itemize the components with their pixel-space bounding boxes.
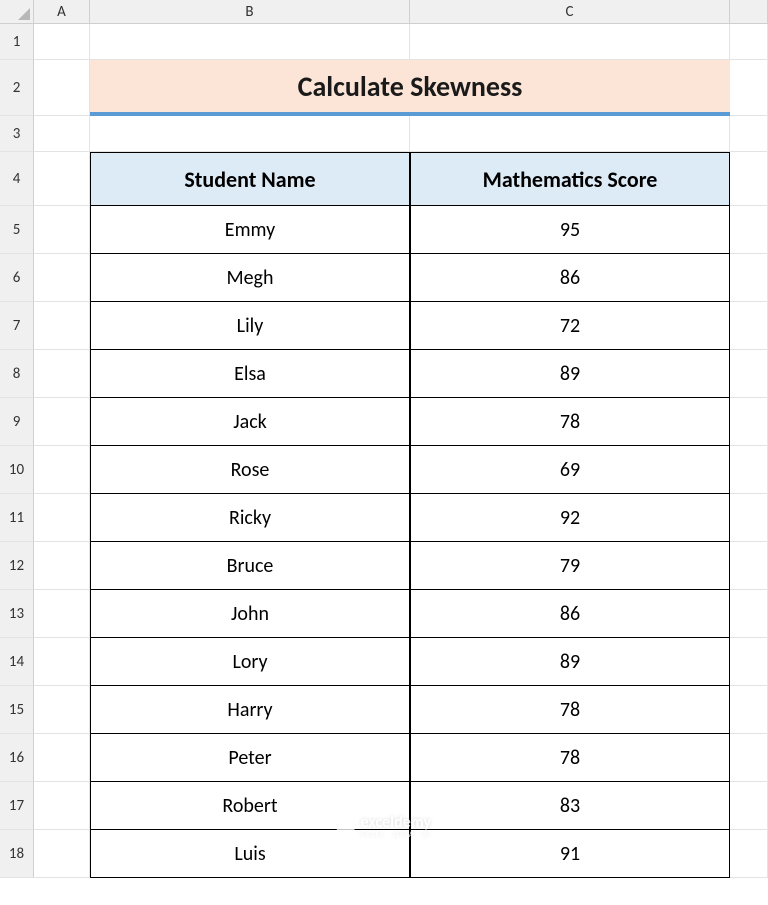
row-header-11[interactable]: 11	[0, 494, 34, 542]
table-cell-name[interactable]: John	[90, 590, 410, 638]
table-cell-score[interactable]: 78	[410, 398, 730, 446]
cell-A4[interactable]	[34, 152, 90, 206]
row-header-2[interactable]: 2	[0, 60, 34, 116]
row-header-10[interactable]: 10	[0, 446, 34, 494]
cell-D14[interactable]	[730, 638, 768, 686]
table-cell-name[interactable]: Robert	[90, 782, 410, 830]
cell-D17[interactable]	[730, 782, 768, 830]
table-cell-name[interactable]: Rose	[90, 446, 410, 494]
cell-A9[interactable]	[34, 398, 90, 446]
col-header-C[interactable]: C	[410, 0, 730, 24]
row-header-17[interactable]: 17	[0, 782, 34, 830]
cell-A14[interactable]	[34, 638, 90, 686]
cell-D5[interactable]	[730, 206, 768, 254]
cell-A3[interactable]	[34, 116, 90, 152]
row-header-6[interactable]: 6	[0, 254, 34, 302]
cell-D15[interactable]	[730, 686, 768, 734]
cell-D6[interactable]	[730, 254, 768, 302]
cell-A12[interactable]	[34, 542, 90, 590]
table-cell-score[interactable]: 89	[410, 350, 730, 398]
cell-D12[interactable]	[730, 542, 768, 590]
table-cell-name[interactable]: Bruce	[90, 542, 410, 590]
table-cell-score[interactable]: 95	[410, 206, 730, 254]
table-header-score[interactable]: Mathematics Score	[410, 152, 730, 206]
cell-A10[interactable]	[34, 446, 90, 494]
cell-A1[interactable]	[34, 24, 90, 60]
row-header-13[interactable]: 13	[0, 590, 34, 638]
cell-A16[interactable]	[34, 734, 90, 782]
row-header-12[interactable]: 12	[0, 542, 34, 590]
row-header-5[interactable]: 5	[0, 206, 34, 254]
row-header-3[interactable]: 3	[0, 116, 34, 152]
table-cell-score[interactable]: 86	[410, 590, 730, 638]
cell-A17[interactable]	[34, 782, 90, 830]
table-cell-score[interactable]: 69	[410, 446, 730, 494]
cell-D18[interactable]	[730, 830, 768, 878]
row-header-9[interactable]: 9	[0, 398, 34, 446]
table-cell-name[interactable]: Harry	[90, 686, 410, 734]
table-header-name[interactable]: Student Name	[90, 152, 410, 206]
cell-D13[interactable]	[730, 590, 768, 638]
table-cell-name[interactable]: Elsa	[90, 350, 410, 398]
table-cell-score[interactable]: 79	[410, 542, 730, 590]
table-cell-name[interactable]: Jack	[90, 398, 410, 446]
cell-D4[interactable]	[730, 152, 768, 206]
row-header-8[interactable]: 8	[0, 350, 34, 398]
cell-A8[interactable]	[34, 350, 90, 398]
cell-D1[interactable]	[730, 24, 768, 60]
row-header-1[interactable]: 1	[0, 24, 34, 60]
table-cell-score[interactable]: 91	[410, 830, 730, 878]
cell-A15[interactable]	[34, 686, 90, 734]
cell-A18[interactable]	[34, 830, 90, 878]
table-cell-name[interactable]: Lory	[90, 638, 410, 686]
select-all-corner[interactable]	[0, 0, 34, 24]
cell-A11[interactable]	[34, 494, 90, 542]
cell-D10[interactable]	[730, 446, 768, 494]
table-cell-name[interactable]: Lily	[90, 302, 410, 350]
cell-B3[interactable]	[90, 116, 410, 152]
row-header-14[interactable]: 14	[0, 638, 34, 686]
cell-A5[interactable]	[34, 206, 90, 254]
cell-D16[interactable]	[730, 734, 768, 782]
table-cell-score[interactable]: 78	[410, 734, 730, 782]
row-header-16[interactable]: 16	[0, 734, 34, 782]
cell-A7[interactable]	[34, 302, 90, 350]
table-cell-name[interactable]: Emmy	[90, 206, 410, 254]
table-cell-score[interactable]: 92	[410, 494, 730, 542]
table-cell-name[interactable]: Peter	[90, 734, 410, 782]
cell-D8[interactable]	[730, 350, 768, 398]
cell-A13[interactable]	[34, 590, 90, 638]
row-header-4[interactable]: 4	[0, 152, 34, 206]
cell-C1[interactable]	[410, 24, 730, 60]
table-cell-name[interactable]: Megh	[90, 254, 410, 302]
col-header-A[interactable]: A	[34, 0, 90, 24]
table-cell-name[interactable]: Luis	[90, 830, 410, 878]
table-cell-score[interactable]: 89	[410, 638, 730, 686]
cell-D7[interactable]	[730, 302, 768, 350]
table-cell-name[interactable]: Ricky	[90, 494, 410, 542]
cell-D9[interactable]	[730, 398, 768, 446]
table-cell-score[interactable]: 83	[410, 782, 730, 830]
spreadsheet-grid: A B C 1 2 Calculate Skewness 3 4 Student…	[0, 0, 768, 878]
cell-C3[interactable]	[410, 116, 730, 152]
row-header-7[interactable]: 7	[0, 302, 34, 350]
cell-A6[interactable]	[34, 254, 90, 302]
row-header-15[interactable]: 15	[0, 686, 34, 734]
table-cell-score[interactable]: 72	[410, 302, 730, 350]
cell-D11[interactable]	[730, 494, 768, 542]
row-header-18[interactable]: 18	[0, 830, 34, 878]
cell-B1[interactable]	[90, 24, 410, 60]
col-header-B[interactable]: B	[90, 0, 410, 24]
table-cell-score[interactable]: 86	[410, 254, 730, 302]
table-cell-score[interactable]: 78	[410, 686, 730, 734]
cell-A2[interactable]	[34, 60, 90, 116]
title-cell[interactable]: Calculate Skewness	[90, 60, 730, 116]
cell-D2[interactable]	[730, 60, 768, 116]
col-header-blank[interactable]	[730, 0, 768, 24]
cell-D3[interactable]	[730, 116, 768, 152]
